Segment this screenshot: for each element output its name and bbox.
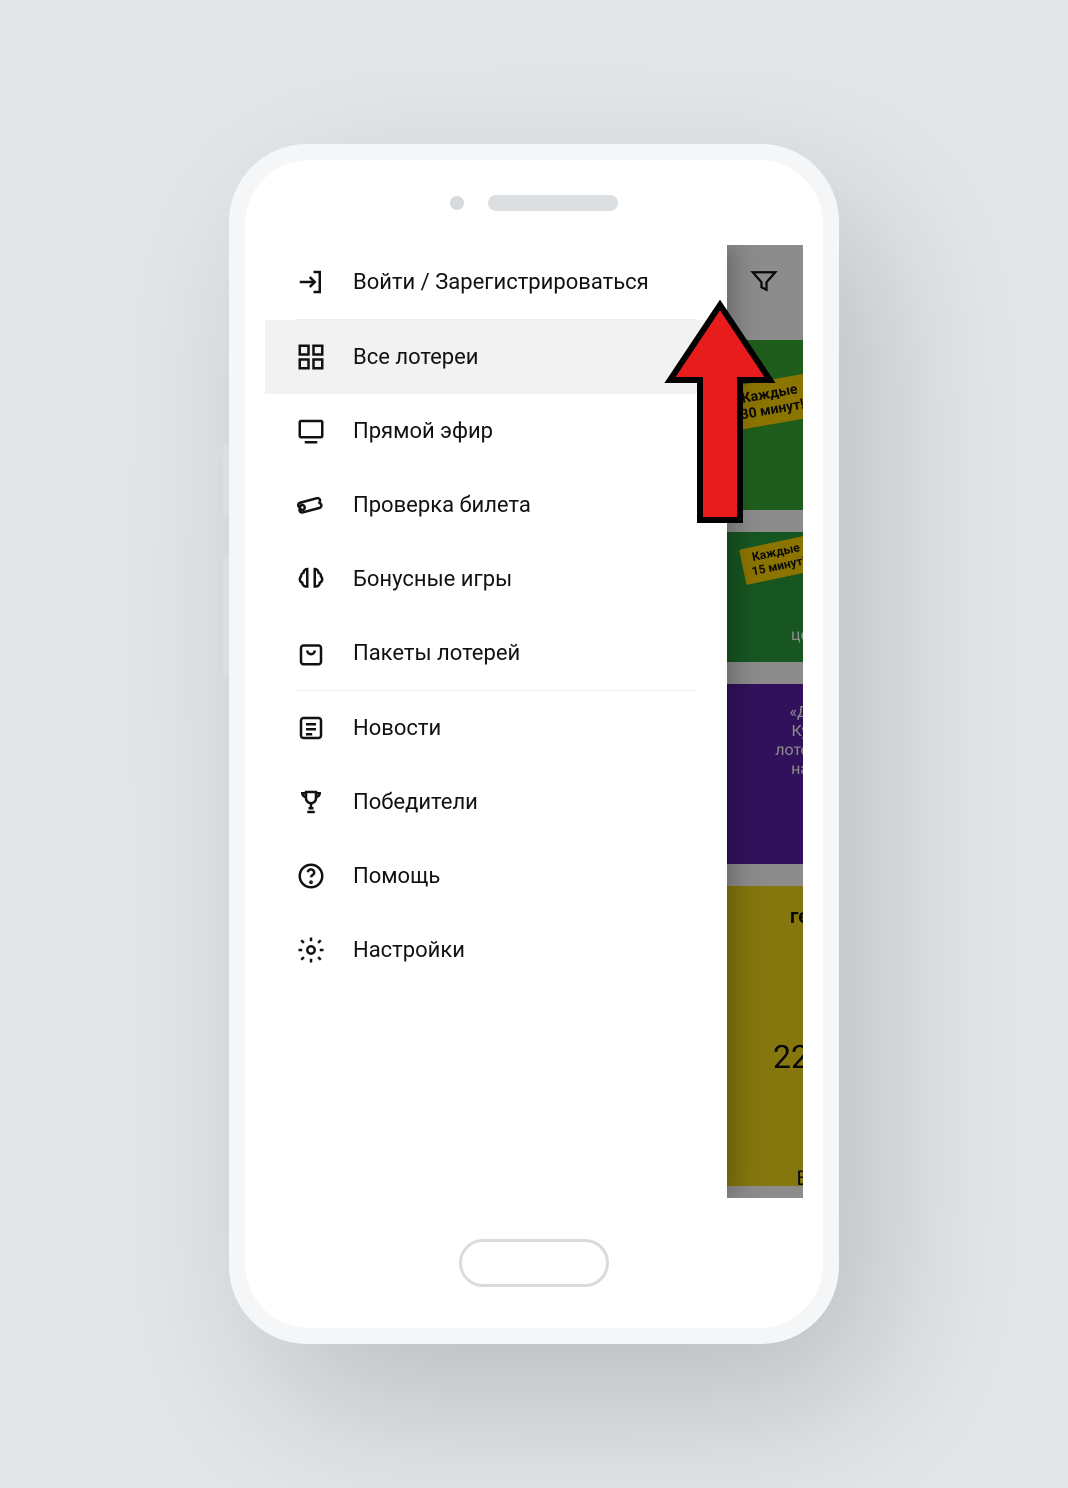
trophy-icon [295, 786, 327, 818]
menu-label: Помощь [353, 864, 440, 889]
menu-label: Войти / Зарегистрироваться [353, 270, 649, 295]
phone-mockup: Каждые30 минут! Каждые15 минут! це «Д Ку… [229, 144, 839, 1344]
menu-item-bonus-games[interactable]: Бонусные игры [265, 542, 727, 616]
side-drawer: Войти / Зарегистрироваться Все лотереи [265, 245, 727, 1198]
menu-item-all-lotteries[interactable]: Все лотереи [265, 320, 727, 394]
phone-camera-dot [450, 196, 464, 210]
menu-label: Проверка билета [353, 493, 531, 518]
menu-item-lottery-packs[interactable]: Пакеты лотерей [265, 616, 727, 690]
menu-item-settings[interactable]: Настройки [265, 913, 727, 987]
apps-icon [295, 341, 327, 373]
menu-label: Прямой эфир [353, 419, 493, 444]
help-circle-icon [295, 860, 327, 892]
ticket-icon [295, 489, 327, 521]
shopping-bag-icon [295, 637, 327, 669]
menu-label: Победители [353, 790, 478, 815]
menu-label: Новости [353, 716, 441, 741]
news-icon [295, 712, 327, 744]
app-screen: Каждые30 минут! Каждые15 минут! це «Д Ку… [265, 245, 803, 1198]
monitor-icon [295, 415, 327, 447]
tutorial-arrow [660, 300, 780, 534]
menu-label: Все лотереи [353, 345, 478, 370]
phone-speaker-area [245, 160, 823, 245]
phone-home-button [459, 1239, 609, 1287]
menu-label: Бонусные игры [353, 567, 512, 592]
settings-icon [295, 934, 327, 966]
menu-label: Пакеты лотерей [353, 641, 520, 666]
menu-item-winners[interactable]: Победители [265, 765, 727, 839]
menu-item-check-ticket[interactable]: Проверка билета [265, 468, 727, 542]
menu-item-live[interactable]: Прямой эфир [265, 394, 727, 468]
brain-icon [295, 563, 327, 595]
login-icon [295, 266, 327, 298]
phone-ear-speaker [488, 195, 618, 211]
phone-home-area [245, 1198, 823, 1328]
menu-label: Настройки [353, 938, 465, 963]
menu-item-login[interactable]: Войти / Зарегистрироваться [265, 245, 727, 319]
menu-item-news[interactable]: Новости [265, 691, 727, 765]
menu-item-help[interactable]: Помощь [265, 839, 727, 913]
